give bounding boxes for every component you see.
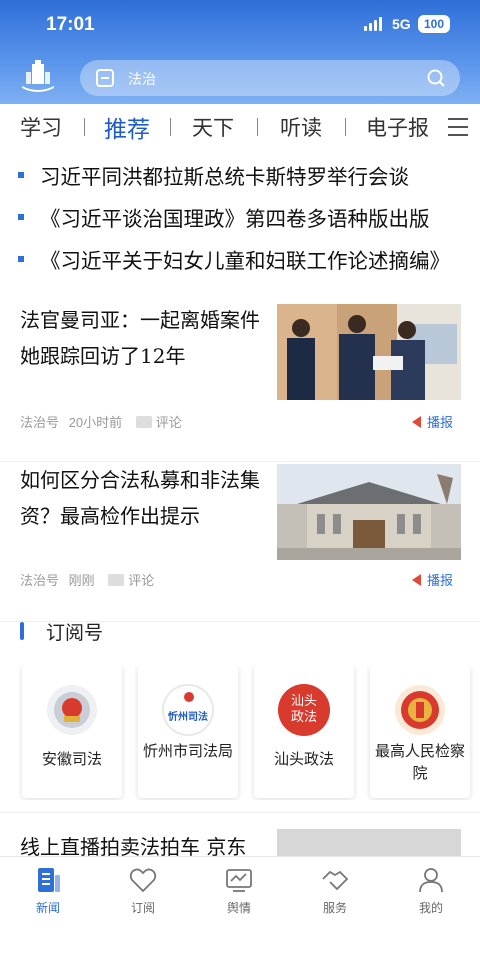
subscription-name[interactable]: 安徽司法 xyxy=(22,748,122,770)
speaker-icon xyxy=(412,416,421,428)
status-time: 17:01 xyxy=(46,14,95,35)
tab-listen[interactable]: 听读 xyxy=(280,112,322,142)
menu-icon[interactable] xyxy=(448,118,468,140)
search-bar[interactable]: 法治 xyxy=(80,60,460,96)
bottom-tab-bar: 新闻 订阅 舆情 服务 我的 xyxy=(0,856,480,953)
headline-text[interactable]: 《习近平关于妇女儿童和妇联工作论述摘编》 xyxy=(40,244,450,274)
bullet-icon xyxy=(18,172,24,178)
headline-item[interactable]: 《习近平谈治国理政》第四卷多语种版出版 xyxy=(0,194,480,238)
headline-text[interactable]: 习近平同洪都拉斯总统卡斯特罗举行会谈 xyxy=(40,160,409,190)
subscription-section-header: 订阅号 xyxy=(0,612,480,652)
broadcast-label[interactable]: 播报 xyxy=(427,573,453,588)
shantou-politics-icon: 汕头政法 xyxy=(278,684,330,736)
bullet-icon xyxy=(18,256,24,262)
headline-item[interactable]: 《习近平关于妇女儿童和妇联工作论述摘编》 xyxy=(0,236,480,280)
tabbar-label[interactable]: 服务 xyxy=(305,899,365,916)
broadcast-button[interactable]: 播报 xyxy=(412,570,453,589)
handshake-icon xyxy=(322,870,349,891)
tabbar-profile[interactable]: 我的 xyxy=(401,865,461,916)
subscription-name[interactable]: 汕头政法 xyxy=(254,748,354,770)
scan-icon[interactable] xyxy=(96,69,114,87)
speaker-icon xyxy=(412,574,421,586)
app-logo-icon xyxy=(22,60,54,92)
search-icon[interactable] xyxy=(426,68,446,88)
tabbar-sentiment[interactable]: 舆情 xyxy=(209,865,269,916)
article-card[interactable]: 法官曼司亚：一起离婚案件她跟踪回访了12年 法治号 20小时前 评论 播报 xyxy=(0,302,480,462)
tabbar-service[interactable]: 服务 xyxy=(305,865,365,916)
tab-epaper[interactable]: 电子报 xyxy=(366,112,429,142)
tab-divider xyxy=(257,118,258,136)
comment-label[interactable]: 评论 xyxy=(156,415,182,430)
xinzhou-justice-icon: 忻州司法 xyxy=(162,684,214,736)
comment-icon[interactable] xyxy=(135,416,152,428)
signal-icon xyxy=(364,17,386,31)
subscription-name[interactable]: 忻州市司法局 xyxy=(138,740,238,762)
tabbar-label[interactable]: 舆情 xyxy=(209,899,269,916)
emblem-text: 忻州司法 xyxy=(168,712,208,723)
headline-text[interactable]: 《习近平谈治国理政》第四卷多语种版出版 xyxy=(40,202,430,232)
article-source: 法治号 xyxy=(20,415,60,430)
battery-icon: 100 xyxy=(418,15,450,33)
subscription-card[interactable]: 汕头政法 汕头政法 xyxy=(254,666,354,798)
headline-item[interactable]: 习近平同洪都拉斯总统卡斯特罗举行会谈 xyxy=(0,152,480,196)
article-meta: 法治号 20小时前 评论 xyxy=(20,412,182,431)
network-type: 5G xyxy=(392,16,411,32)
tab-study[interactable]: 学习 xyxy=(20,112,62,142)
emblem-text: 汕头政法 xyxy=(290,694,317,725)
tabbar-label[interactable]: 新闻 xyxy=(18,899,78,916)
subscription-card[interactable]: 最高人民检察院 xyxy=(370,666,470,798)
user-icon xyxy=(419,868,443,893)
subscription-card[interactable]: 忻州司法 忻州市司法局 xyxy=(138,666,238,798)
tab-recommend[interactable]: 推荐 xyxy=(104,110,150,144)
tab-divider xyxy=(84,118,85,136)
article-time: 20小时前 xyxy=(68,415,123,430)
tabbar-label[interactable]: 订阅 xyxy=(113,899,173,916)
subscription-list: 安徽司法 忻州司法 忻州市司法局 汕头政法 汕头政法 最高人民检察院 xyxy=(0,666,480,800)
article-time: 刚刚 xyxy=(68,573,95,588)
tabbar-subscribe[interactable]: 订阅 xyxy=(113,865,173,916)
article-card[interactable]: 如何区分合法私募和非法集资？最高检作出提示 法治号 刚刚 评论 播报 xyxy=(0,462,480,622)
tabbar-news[interactable]: 新闻 xyxy=(18,865,78,916)
search-placeholder[interactable]: 法治 xyxy=(128,69,156,89)
section-title: 订阅号 xyxy=(46,622,104,644)
subscription-card[interactable]: 安徽司法 xyxy=(22,666,122,798)
app-header: 17:01 5G 100 法治 xyxy=(0,0,480,104)
broadcast-button[interactable]: 播报 xyxy=(412,412,453,431)
article-thumbnail[interactable] xyxy=(277,304,461,400)
article-source: 法治号 xyxy=(20,573,60,588)
article-title[interactable]: 如何区分合法私募和非法集资？最高检作出提示 xyxy=(20,462,264,534)
tab-divider xyxy=(170,118,171,136)
broadcast-label[interactable]: 播报 xyxy=(427,415,453,430)
comment-label[interactable]: 评论 xyxy=(128,573,154,588)
news-icon xyxy=(38,868,60,892)
category-tabs: 学习 推荐 天下 听读 电子报 xyxy=(0,106,480,150)
article-title[interactable]: 法官曼司亚：一起离婚案件她跟踪回访了12年 xyxy=(20,302,264,374)
comment-icon[interactable] xyxy=(108,574,125,586)
section-accent-bar xyxy=(20,622,24,640)
tab-world[interactable]: 天下 xyxy=(192,112,234,142)
tab-divider xyxy=(345,118,346,136)
article-card[interactable]: 线上直播拍卖法拍车 京东 xyxy=(0,812,480,860)
tabbar-label[interactable]: 我的 xyxy=(401,899,461,916)
article-thumbnail[interactable] xyxy=(277,464,461,560)
status-bar: 17:01 5G 100 xyxy=(0,0,480,50)
subscription-name[interactable]: 最高人民检察院 xyxy=(370,740,470,784)
article-meta: 法治号 刚刚 评论 xyxy=(20,570,154,589)
court-emblem-icon xyxy=(47,685,97,735)
procuratorate-emblem-icon xyxy=(395,685,445,735)
monitor-chart-icon xyxy=(226,869,252,892)
bullet-icon xyxy=(18,214,24,220)
heart-icon xyxy=(129,868,157,893)
